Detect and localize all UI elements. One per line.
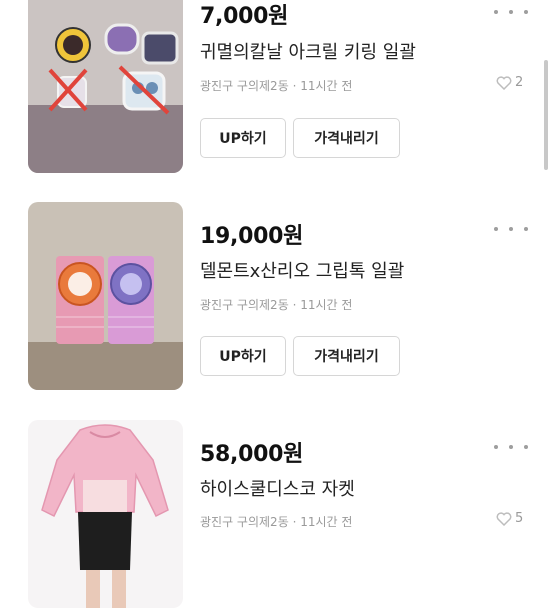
more-dots-icon	[494, 227, 498, 231]
like-number: 5	[515, 511, 524, 526]
time-ago: 11시간 전	[300, 298, 353, 312]
up-button[interactable]: UP하기	[200, 118, 286, 158]
location-time: 광진구 구의제2동 · 11시간 전	[200, 77, 352, 94]
more-button[interactable]	[494, 4, 528, 20]
jacket-photo	[28, 420, 183, 608]
location-time: 광진구 구의제2동 · 11시간 전	[200, 513, 352, 530]
time-ago: 11시간 전	[300, 515, 353, 529]
lower-price-button[interactable]: 가격내리기	[293, 118, 400, 158]
listing-title[interactable]: 델몬트x산리오 그립톡 일괄	[200, 257, 404, 283]
listing-thumbnail[interactable]	[28, 0, 183, 173]
separator: ·	[292, 79, 297, 93]
heart-icon	[496, 511, 512, 526]
listing-title[interactable]: 귀멸의칼날 아크릴 키링 일괄	[200, 38, 416, 64]
listing-item[interactable]: 58,000원 하이스쿨디스코 자켓 광진구 구의제2동 · 11시간 전 5	[0, 405, 554, 608]
listing-thumbnail[interactable]	[28, 202, 183, 390]
location: 광진구 구의제2동	[200, 79, 289, 93]
keyring-photo	[28, 0, 183, 173]
like-count[interactable]: 5	[496, 511, 523, 526]
more-dots-icon	[494, 10, 498, 14]
time-ago: 11시간 전	[300, 79, 353, 93]
listing-item[interactable]: 7,000원 귀멸의칼날 아크릴 키링 일괄 광진구 구의제2동 · 11시간 …	[0, 0, 554, 190]
location-time: 광진구 구의제2동 · 11시간 전	[200, 296, 352, 313]
listing-thumbnail[interactable]	[28, 420, 183, 608]
more-dots-icon	[494, 445, 498, 449]
price: 7,000원	[200, 4, 289, 29]
separator: ·	[292, 515, 297, 529]
lower-price-button[interactable]: 가격내리기	[293, 336, 400, 376]
up-button[interactable]: UP하기	[200, 336, 286, 376]
like-number: 2	[515, 75, 524, 90]
location: 광진구 구의제2동	[200, 298, 289, 312]
more-button[interactable]	[494, 439, 528, 455]
like-count[interactable]: 2	[496, 75, 523, 90]
separator: ·	[292, 298, 297, 312]
location: 광진구 구의제2동	[200, 515, 289, 529]
listing-title[interactable]: 하이스쿨디스코 자켓	[200, 475, 355, 501]
price: 58,000원	[200, 442, 304, 467]
price: 19,000원	[200, 224, 304, 249]
griptok-photo	[28, 202, 183, 390]
more-button[interactable]	[494, 221, 528, 237]
listing-item[interactable]: 19,000원 델몬트x산리오 그립톡 일괄 광진구 구의제2동 · 11시간 …	[0, 190, 554, 405]
heart-icon	[496, 75, 512, 90]
